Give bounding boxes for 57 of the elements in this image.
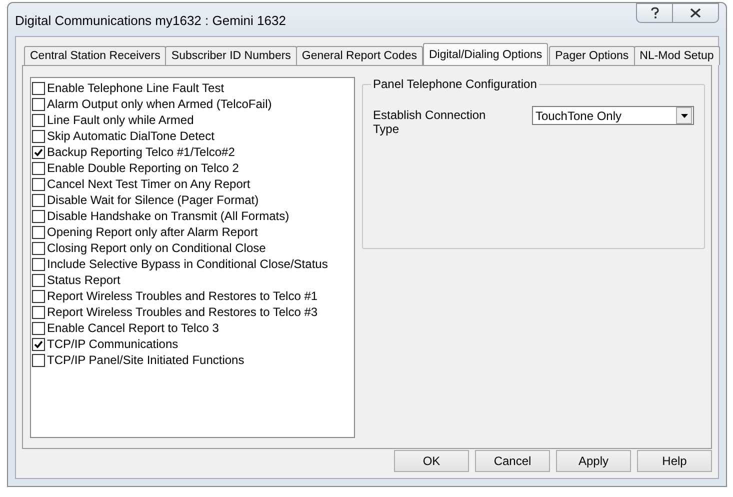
checkbox[interactable] (32, 114, 45, 126)
option-checkbox[interactable]: Cancel Next Test Timer on Any Report (32, 176, 353, 192)
checkbox[interactable] (32, 194, 45, 206)
option-checkbox[interactable]: Include Selective Bypass in Conditional Close/Status (32, 256, 353, 272)
checkbox[interactable] (32, 338, 45, 350)
checkbox[interactable] (32, 226, 45, 238)
checkbox[interactable] (32, 146, 45, 158)
tab[interactable]: Digital/Dialing Options (422, 43, 548, 65)
option-checkbox[interactable]: Enable Cancel Report to Telco 3 (32, 320, 353, 336)
option-checkbox[interactable]: Opening Report only after Alarm Report (32, 224, 353, 240)
dropdown-button[interactable] (676, 107, 692, 124)
close-icon (690, 8, 701, 18)
help-button[interactable] (636, 3, 672, 23)
checkbox[interactable] (32, 306, 45, 318)
window-title: Digital Communications my1632 : Gemini 1632 (15, 13, 286, 28)
connection-type-dropdown[interactable]: TouchTone Only (532, 106, 694, 125)
checkmark-icon (34, 148, 43, 156)
tab[interactable]: Central Station Receivers (24, 46, 166, 65)
checkmark-icon (34, 340, 43, 348)
option-checkbox[interactable]: Closing Report only on Conditional Close (32, 240, 353, 256)
checkbox[interactable] (32, 178, 45, 190)
tab[interactable]: General Report Codes (296, 46, 423, 65)
option-checkbox[interactable]: TCP/IP Communications (32, 336, 353, 352)
checkbox[interactable] (32, 274, 45, 286)
option-checkbox[interactable]: Line Fault only while Armed (32, 112, 353, 128)
checkbox[interactable] (32, 210, 45, 222)
tab[interactable]: Pager Options (549, 46, 635, 65)
dialog-button[interactable]: Apply (556, 450, 631, 472)
checkbox[interactable] (32, 354, 45, 366)
caret-icon (680, 114, 688, 118)
checkbox[interactable] (32, 82, 45, 94)
checkbox[interactable] (32, 162, 45, 174)
group-title: Panel Telephone Configuration (372, 77, 538, 91)
option-checkbox[interactable]: Backup Reporting Telco #1/Telco#2 (32, 144, 353, 160)
dialog-button[interactable]: Cancel (475, 450, 550, 472)
option-checkbox[interactable]: Enable Telephone Line Fault Test (32, 80, 353, 96)
close-button[interactable] (672, 3, 719, 23)
option-checkbox[interactable]: Status Report (32, 272, 353, 288)
option-checkbox[interactable]: Enable Double Reporting on Telco 2 (32, 160, 353, 176)
checkbox[interactable] (32, 98, 45, 110)
option-checkbox[interactable]: Report Wireless Troubles and Restores to Telco #3 (32, 304, 353, 320)
help-icon (650, 7, 660, 19)
checkbox[interactable] (32, 322, 45, 334)
tab[interactable]: NL-Mod Setup (634, 46, 720, 65)
checkbox[interactable] (32, 130, 45, 142)
dialog-button[interactable]: OK (394, 450, 469, 472)
option-checkbox[interactable]: Disable Wait for Silence (Pager Format) (32, 192, 353, 208)
checkbox[interactable] (32, 242, 45, 254)
option-checkbox[interactable]: Disable Handshake on Transmit (All Formats) (32, 208, 353, 224)
option-checkbox[interactable]: Alarm Output only when Armed (TelcoFail) (32, 96, 353, 112)
checkbox[interactable] (32, 258, 45, 270)
option-checkbox[interactable]: TCP/IP Panel/Site Initiated Functions (32, 352, 353, 368)
checkbox[interactable] (32, 290, 45, 302)
dialog-button[interactable]: Help (637, 450, 712, 472)
option-checkbox[interactable]: Skip Automatic DialTone Detect (32, 128, 353, 144)
option-checkbox[interactable]: Report Wireless Troubles and Restores to Telco #1 (32, 288, 353, 304)
field-label: Establish Connection Type (373, 107, 487, 136)
